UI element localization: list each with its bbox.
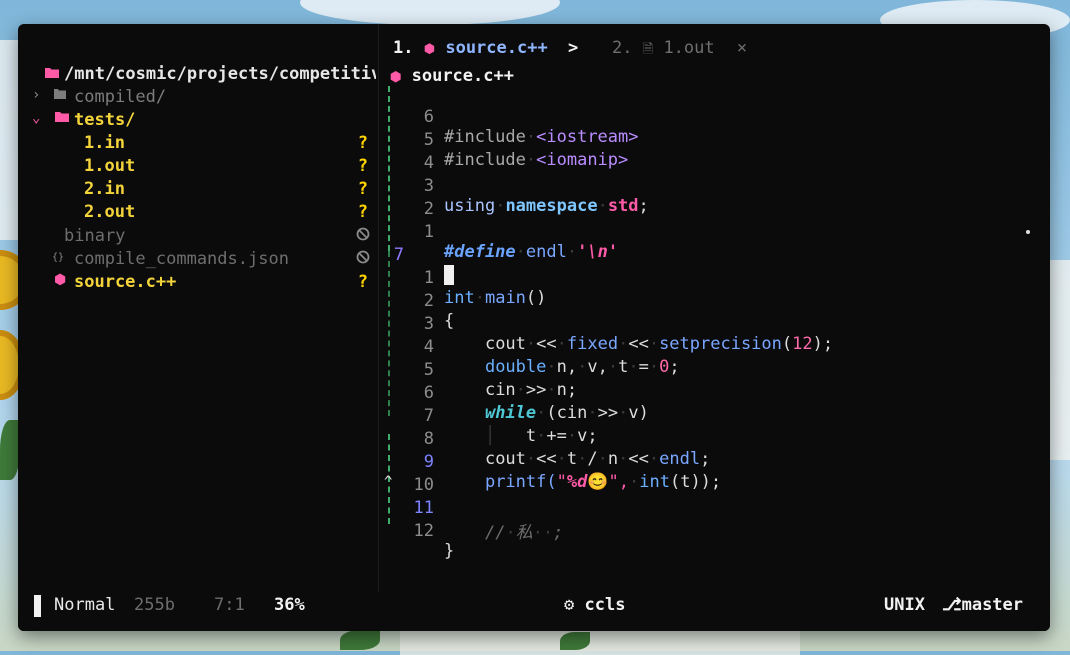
git-ignored-icon — [356, 226, 370, 246]
vim-mode: Normal — [54, 595, 116, 615]
tab-source-cpp[interactable]: 1. ⬢ source.c++ > — [393, 38, 578, 58]
code-line: 1 #define·endl·'\n' — [379, 202, 1050, 262]
git-ignored-icon — [356, 249, 370, 269]
tree-item-source-cpp[interactable]: ⬢ source.c++ ? — [18, 272, 378, 295]
code-line: 10 — [379, 455, 1050, 495]
cursor-position: 7:1 — [214, 595, 245, 615]
tree-item-1-in[interactable]: 1.in ? — [18, 133, 378, 156]
git-untracked-badge: ? — [357, 202, 368, 222]
chevron-right-icon: › — [32, 87, 41, 103]
tab-label: 1.out — [663, 38, 715, 58]
code-line: 8 cout·<<·t·/·n·<<·endl; — [379, 409, 1050, 469]
root-path-label: /mnt/cosmic/projects/competitiv — [64, 64, 376, 84]
code-line: 3 using·namespace·std; — [379, 156, 1050, 216]
code-line: 2 { — [379, 271, 1050, 331]
folder-open-icon — [44, 64, 64, 84]
code-line: 5 #include·<iomanip> — [379, 110, 1050, 170]
terminal-window: /mnt/cosmic/projects/competitiv › compil… — [18, 24, 1050, 631]
code-line: 2 — [379, 179, 1050, 219]
code-line: 7 │ t·+=·v; — [379, 386, 1050, 446]
tree-item-label: binary — [64, 226, 126, 246]
code-line: 5 cin·>>·n; — [379, 340, 1050, 400]
cpp-icon: ⬢ — [390, 70, 402, 85]
code-line: 11 //·私··; — [379, 478, 1050, 543]
git-untracked-badge: ? — [357, 179, 368, 199]
code-line: 6 while·(cin·>>·v) — [379, 363, 1050, 423]
line-number: 12 — [413, 521, 434, 541]
git-branch[interactable]: ⎇master — [942, 595, 1023, 615]
code-line-current: 7 — [379, 225, 1050, 285]
tree-item-2-in[interactable]: 2.in ? — [18, 179, 378, 202]
code-line: 6 #include·<iostream> — [379, 87, 1050, 147]
file-size: 255b — [134, 595, 175, 615]
code-line: 12 } — [379, 501, 1050, 561]
tree-item-label: compiled/ — [74, 87, 167, 107]
tree-item-tests[interactable]: ⌄ tests/ — [18, 110, 378, 133]
tree-item-label: tests/ — [74, 110, 136, 130]
git-untracked-badge: ? — [357, 133, 368, 153]
tree-item-binary[interactable]: binary — [18, 226, 378, 249]
tree-item-label: 1.out — [84, 156, 136, 176]
folder-open-icon — [54, 110, 70, 127]
code-line: 9 printf("%d😊",·int(t)); — [379, 432, 1050, 492]
tab-1-out[interactable]: 2. 🗎 1.out × — [612, 38, 747, 62]
explorer-root-path[interactable]: /mnt/cosmic/projects/competitiv — [44, 64, 376, 84]
scroll-percent: 36% — [274, 595, 305, 615]
code-line: 3 cout·<<·fixed·<<·setprecision(12); — [379, 294, 1050, 354]
code-line: 1 int·main() — [379, 248, 1050, 308]
tree-item-2-out[interactable]: 2.out ? — [18, 202, 378, 225]
tab-separator: > — [567, 38, 579, 58]
file-explorer: /mnt/cosmic/projects/competitiv › compil… — [18, 24, 378, 592]
chevron-down-icon: ⌄ — [32, 110, 41, 126]
branch-name: master — [961, 595, 1024, 615]
git-branch-icon: ⎇ — [942, 595, 962, 615]
mode-indicator-bar — [34, 595, 41, 617]
json-icon: {} — [52, 252, 65, 263]
tree-item-label: compile_commands.json — [74, 249, 289, 269]
winbar-filename: source.c++ — [411, 66, 514, 86]
tree-item-label: source.c++ — [74, 272, 177, 292]
file-format: UNIX — [884, 595, 925, 615]
close-icon[interactable]: × — [737, 38, 747, 58]
lsp-status: ⚙ ccls — [564, 595, 625, 615]
git-untracked-badge: ? — [357, 272, 368, 292]
buffer-tabline: 1. ⬢ source.c++ > 2. 🗎 1.out × — [379, 38, 1050, 68]
tree-item-compiled[interactable]: › compiled/ — [18, 87, 378, 110]
tree-item-label: 2.out — [84, 202, 136, 222]
code-line: 4 double·n,·v,·t·=·0; — [379, 317, 1050, 377]
tree-item-compile-commands[interactable]: {} compile_commands.json — [18, 249, 378, 272]
winbar: ⬢ source.c++ — [390, 66, 514, 86]
folder-icon — [54, 87, 66, 103]
tree-item-label: 1.in — [84, 133, 125, 153]
cpp-icon: ⬢ — [54, 272, 67, 288]
tree-item-label: 2.in — [84, 179, 125, 199]
tree-item-1-out[interactable]: 1.out ? — [18, 156, 378, 179]
tab-label: source.c++ — [445, 38, 548, 58]
file-icon: 🗎 — [642, 42, 654, 57]
git-untracked-badge: ? — [357, 156, 368, 176]
statusline: Normal 255b 7:1 36% ⚙ ccls UNIX ⎇master — [18, 592, 1050, 631]
lsp-name: ccls — [584, 595, 626, 615]
tab-number: 1. — [393, 38, 414, 58]
code-line: 4 — [379, 133, 1050, 173]
gears-icon: ⚙ — [564, 595, 575, 615]
cpp-icon: ⬢ — [423, 42, 436, 57]
tab-number: 2. — [612, 38, 633, 58]
